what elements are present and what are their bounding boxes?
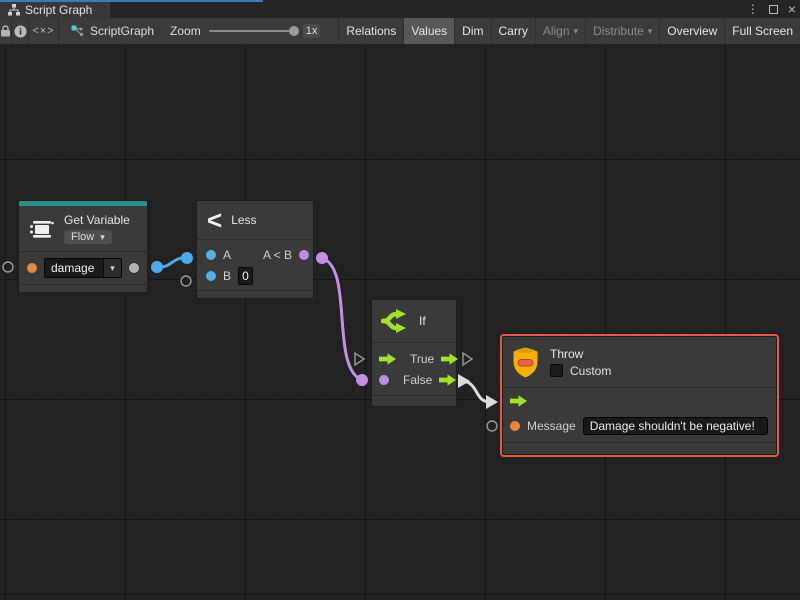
throw-message-row: Message Damage shouldn't be negative! (510, 414, 768, 438)
overview-button[interactable]: Overview (659, 18, 724, 44)
tab-bar: Script Graph ⋮ × (0, 0, 800, 18)
menu-kebab-icon[interactable]: ⋮ (747, 1, 759, 17)
node-footer (19, 284, 147, 292)
output-label: A < B (263, 248, 292, 262)
caret-down-icon: ▾ (574, 27, 579, 36)
throw-flow-row (510, 392, 768, 410)
values-label: Values (411, 24, 447, 38)
custom-checkbox-label: Custom (570, 364, 611, 378)
variable-kind-value: Flow (71, 231, 94, 243)
breadcrumb-label: ScriptGraph (90, 24, 154, 38)
lock-icon (0, 25, 11, 37)
zoom-slider[interactable] (209, 30, 295, 32)
align-label: Align (543, 24, 570, 38)
node-if[interactable]: If True False (371, 299, 457, 407)
zoom-label: Zoom (170, 24, 201, 38)
false-out-port[interactable] (439, 374, 456, 386)
less-input-b-row: B 0 (206, 265, 309, 286)
if-true-row: True (379, 348, 451, 369)
overview-label: Overview (667, 24, 717, 38)
get-variable-port-row: damage ▾ (19, 252, 147, 284)
less-input-a-row: A A < B (206, 244, 309, 265)
true-label: True (410, 352, 434, 366)
caret-down-icon[interactable]: ▾ (103, 259, 121, 277)
relations-button[interactable]: Relations (338, 18, 403, 44)
branch-icon (381, 308, 411, 334)
flow-in-port[interactable] (379, 353, 396, 365)
toolbar-buttons: Relations Values Dim Carry Align ▾ Distr… (338, 18, 800, 44)
zoom-value: 1x (303, 24, 321, 38)
condition-port[interactable] (379, 375, 389, 385)
variable-icon (29, 218, 55, 240)
relations-label: Relations (346, 24, 396, 38)
message-label: Message (527, 419, 576, 433)
throw-shield-icon (512, 347, 539, 378)
node-title: If (419, 314, 426, 328)
node-title: Get Variable (64, 213, 130, 227)
close-icon[interactable]: × (788, 2, 796, 16)
variable-kind-dropdown[interactable]: Flow ▾ (64, 230, 112, 244)
fullscreen-label: Full Screen (732, 24, 793, 38)
values-button[interactable]: Values (403, 18, 454, 44)
info-icon (14, 25, 27, 38)
variable-name-dropdown[interactable]: damage ▾ (44, 258, 122, 278)
input-a-label: A (223, 248, 231, 262)
node-throw[interactable]: Throw Custom Message Damage shouldn't be… (502, 336, 777, 455)
node-title: Throw (550, 347, 611, 361)
maximize-icon[interactable] (769, 5, 778, 14)
variable-name-port[interactable] (27, 263, 37, 273)
input-a-port[interactable] (206, 250, 216, 260)
zoom-control: Zoom 1x (164, 18, 326, 44)
flow-in-port[interactable] (510, 395, 527, 407)
graph-toolbar: <×> ScriptGraph Zoom 1x Relations Values (0, 18, 800, 45)
lock-button[interactable] (0, 18, 12, 44)
input-b-port[interactable] (206, 271, 216, 281)
align-button[interactable]: Align ▾ (535, 18, 585, 44)
variable-value-output-port[interactable] (129, 263, 139, 273)
custom-checkbox[interactable] (550, 364, 563, 377)
node-title: Less (231, 213, 256, 227)
tab-title: Script Graph (25, 3, 92, 17)
node-footer (503, 442, 776, 454)
message-port[interactable] (510, 421, 520, 431)
if-false-row: False (379, 369, 451, 390)
node-less[interactable]: < Less A A < B B 0 (196, 200, 314, 299)
dim-label: Dim (462, 24, 483, 38)
script-graph-window: Script Graph ⋮ × <×> (0, 0, 800, 600)
input-b-label: B (223, 269, 231, 283)
true-out-port[interactable] (441, 353, 458, 365)
fullscreen-button[interactable]: Full Screen (724, 18, 800, 44)
dim-button[interactable]: Dim (454, 18, 490, 44)
breadcrumb[interactable]: ScriptGraph (59, 18, 164, 44)
tab-script-graph[interactable]: Script Graph (0, 2, 110, 18)
caret-down-icon: ▾ (100, 233, 105, 242)
variable-name-value: damage (45, 261, 103, 275)
caret-down-icon: ▾ (648, 27, 653, 36)
comparison-output-port[interactable] (299, 250, 309, 260)
zoom-slider-handle[interactable] (289, 26, 299, 36)
distribute-button[interactable]: Distribute ▾ (585, 18, 659, 44)
carry-button[interactable]: Carry (491, 18, 535, 44)
node-footer (197, 290, 313, 298)
distribute-label: Distribute (593, 24, 644, 38)
node-get-variable[interactable]: Get Variable Flow ▾ damage ▾ (18, 200, 148, 293)
script-graph-icon (71, 25, 84, 37)
node-footer (372, 395, 456, 406)
code-icon: <×> (32, 25, 54, 37)
edit-source-button[interactable]: <×> (29, 18, 59, 44)
input-b-value-field[interactable]: 0 (238, 267, 253, 285)
false-label: False (403, 373, 432, 387)
inspect-button[interactable] (12, 18, 29, 44)
less-than-icon: < (207, 207, 222, 233)
window-controls: ⋮ × (747, 1, 796, 17)
graph-hierarchy-icon (8, 4, 20, 16)
message-input-field[interactable]: Damage shouldn't be negative! (583, 417, 768, 435)
carry-label: Carry (499, 24, 528, 38)
